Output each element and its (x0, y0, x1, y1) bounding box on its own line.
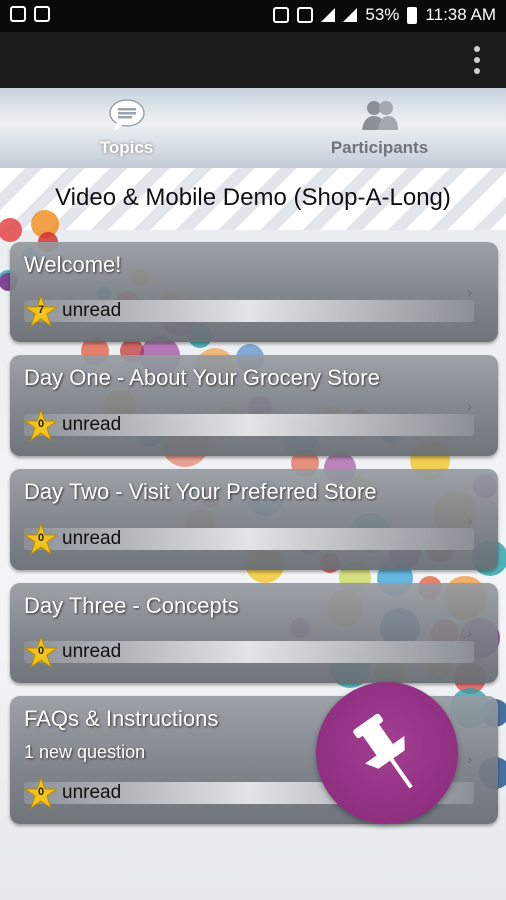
status-bar: 53% 11:38 AM (0, 0, 506, 32)
clock: 11:38 AM (425, 5, 496, 24)
people-icon (360, 98, 400, 134)
overflow-menu-icon[interactable] (474, 46, 480, 74)
chevron-right-icon: › (467, 398, 472, 414)
app-bar (0, 32, 506, 88)
unread-count: 0 (37, 645, 45, 657)
chevron-right-icon: › (467, 625, 472, 641)
mute-icon (297, 7, 314, 23)
topic-title: Welcome! (24, 252, 122, 277)
signal-icon (343, 8, 358, 22)
unread-label: unread (62, 641, 122, 662)
nfc-icon (273, 7, 290, 23)
unread-count: 0 (37, 532, 45, 544)
wifi-icon (321, 8, 336, 22)
notification-icon (34, 6, 50, 22)
tab-topics[interactable]: Topics (0, 88, 253, 168)
topic-item[interactable]: Day Three - Concepts 0 unread › (10, 583, 498, 683)
topic-title: Day One - About Your Grocery Store (24, 365, 380, 390)
topic-item[interactable]: Day One - About Your Grocery Store 0 unr… (10, 355, 498, 456)
topic-title: Day Two - Visit Your Preferred Store (24, 479, 377, 504)
topic-item[interactable]: Day Two - Visit Your Preferred Store 0 u… (10, 469, 498, 570)
unread-count: 0 (37, 418, 45, 430)
battery-percent: 53% (365, 5, 400, 24)
pushpin-icon (353, 713, 413, 789)
tab-participants[interactable]: Participants (253, 88, 506, 168)
pin-button[interactable] (316, 682, 458, 824)
notification-icon (10, 6, 26, 22)
chevron-right-icon: › (467, 512, 472, 528)
tab-topics-label: Topics (99, 138, 154, 157)
topic-item[interactable]: Welcome! 7 unread › (10, 242, 498, 342)
tab-participants-label: Participants (330, 138, 429, 157)
tab-bar: Topics Participants (0, 88, 506, 168)
unread-label: unread (62, 782, 122, 803)
unread-label: unread (62, 300, 122, 321)
topic-subtitle: 1 new question (24, 742, 146, 762)
chat-bubble-icon (107, 98, 147, 134)
unread-label: unread (62, 528, 122, 549)
banner: Video & Mobile Demo (Shop-A-Long) (0, 168, 506, 230)
unread-count: 0 (37, 786, 45, 798)
unread-count: 7 (37, 304, 45, 316)
battery-icon (407, 6, 418, 24)
chevron-right-icon: › (467, 751, 472, 767)
chevron-right-icon: › (467, 284, 472, 300)
topic-title: Day Three - Concepts (24, 593, 239, 618)
topic-title: FAQs & Instructions (24, 706, 219, 731)
page-title: Video & Mobile Demo (Shop-A-Long) (55, 184, 451, 211)
unread-label: unread (62, 414, 122, 435)
